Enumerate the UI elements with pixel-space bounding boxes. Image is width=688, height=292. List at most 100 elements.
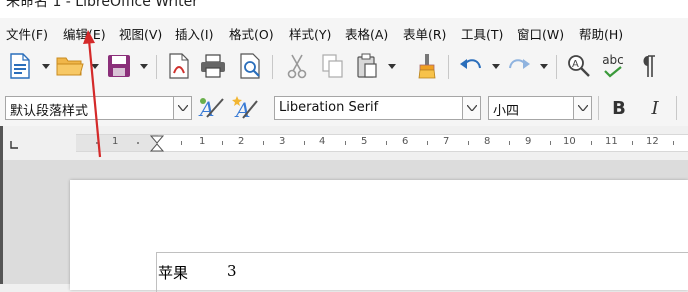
ruler-tick [427, 141, 428, 145]
ruler-number: 8 [484, 136, 491, 147]
cut-button[interactable] [282, 51, 312, 81]
ruler-number: 6 [402, 136, 409, 147]
chevron-down-icon [540, 63, 548, 69]
menu-insert[interactable]: 插入(I) [175, 24, 213, 43]
ruler-number: 1 [112, 136, 119, 147]
ruler-tick [591, 141, 592, 145]
chevron-down-icon [466, 105, 477, 111]
chevron-down-icon [388, 63, 396, 69]
ruler-tick [304, 141, 305, 145]
ruler-number: 1 [199, 136, 206, 147]
paste-button[interactable] [352, 51, 382, 81]
save-dropdown[interactable] [138, 51, 150, 81]
update-style-icon: A [198, 97, 224, 121]
chevron-down-icon [91, 63, 99, 69]
open-dropdown[interactable] [89, 51, 101, 81]
copy-icon [322, 54, 343, 78]
menu-file[interactable]: 文件(F) [6, 24, 48, 43]
ruler-number: 11 [605, 136, 618, 147]
menu-help[interactable]: 帮助(H) [579, 24, 623, 43]
text-boundary [156, 252, 688, 253]
menu-form[interactable]: 表单(R) [403, 24, 446, 43]
paragraph-style-dropdown[interactable] [173, 97, 191, 119]
copy-button[interactable] [318, 51, 348, 81]
toolbar-separator [448, 55, 449, 79]
open-button[interactable] [55, 51, 85, 81]
bold-label: B [612, 97, 626, 119]
print-button[interactable] [198, 51, 228, 81]
formatting-toolbar: 默认段落样式 A A Liberation Serif 小四 B I [0, 90, 688, 126]
print-preview-button[interactable] [236, 51, 266, 81]
ruler-number: 7 [443, 136, 450, 147]
ruler-number: 3 [279, 136, 286, 147]
text-boundary [156, 252, 157, 292]
paste-dropdown[interactable] [386, 51, 398, 81]
ruler-tick [632, 141, 633, 145]
font-name-combo[interactable]: Liberation Serif [274, 96, 481, 120]
menu-table[interactable]: 表格(A) [345, 24, 388, 43]
menu-format[interactable]: 格式(O) [229, 24, 274, 43]
font-size-combo[interactable]: 小四 [488, 96, 592, 120]
chevron-down-icon [42, 63, 50, 69]
formatting-marks-button[interactable] [634, 51, 664, 81]
update-style-button[interactable]: A [196, 93, 226, 123]
toolbar-separator [556, 55, 557, 79]
ruler-number: 5 [361, 136, 368, 147]
indent-marker-icon[interactable] [150, 135, 164, 152]
clone-formatting-button[interactable] [412, 51, 442, 81]
find-replace-button[interactable]: A [564, 51, 594, 81]
undo-icon [460, 59, 481, 69]
document-text-value[interactable]: 3 [227, 262, 237, 280]
horizontal-ruler[interactable]: 1 1 2 3 4 5 6 7 8 9 10 11 12 [76, 134, 688, 152]
redo-button[interactable] [504, 51, 534, 81]
toolbar-separator [272, 55, 273, 79]
new-document-button[interactable] [5, 51, 35, 81]
ruler-area: 1 1 2 3 4 5 6 7 8 9 10 11 12 [0, 126, 688, 160]
chevron-down-icon [577, 105, 588, 111]
ruler-tick [509, 141, 510, 145]
clone-formatting-icon [418, 54, 436, 79]
save-icon [108, 55, 130, 77]
new-style-icon: A [232, 96, 258, 121]
bold-button[interactable]: B [604, 93, 634, 123]
spelling-button[interactable]: abc [598, 51, 628, 81]
chevron-down-icon [492, 63, 500, 69]
document-text-label[interactable]: 苹果 [158, 262, 188, 283]
menu-edit[interactable]: 编辑(E) [63, 24, 106, 43]
svg-text:A: A [572, 59, 579, 70]
menu-styles[interactable]: 样式(Y) [289, 24, 331, 43]
document-area: 苹果 3 [0, 160, 688, 292]
menu-window[interactable]: 窗口(W) [517, 24, 564, 43]
paste-icon [357, 53, 377, 78]
paragraph-style-value: 默认段落样式 [10, 104, 89, 119]
spelling-check-icon [604, 66, 622, 78]
paragraph-style-combo[interactable]: 默认段落样式 [5, 96, 192, 120]
ruler-number: 9 [525, 136, 532, 147]
ruler-tick [222, 141, 223, 145]
font-size-dropdown[interactable] [573, 97, 591, 119]
italic-button[interactable]: I [640, 93, 670, 123]
new-dropdown[interactable] [40, 51, 52, 81]
menu-tools[interactable]: 工具(T) [461, 24, 503, 43]
ruler-tick [386, 141, 387, 145]
standard-toolbar: A abc [0, 46, 688, 90]
document-page[interactable]: 苹果 3 [70, 180, 688, 292]
new-document-icon [10, 53, 30, 79]
find-replace-icon: A [568, 55, 590, 77]
redo-dropdown[interactable] [538, 51, 550, 81]
undo-dropdown[interactable] [490, 51, 502, 81]
save-button[interactable] [104, 51, 134, 81]
ruler-tick [263, 141, 264, 145]
title-bar: 未命名 1 - LibreOffice Writer [0, 0, 688, 18]
ruler-tick [550, 141, 551, 145]
tab-stop-type-icon[interactable] [9, 140, 19, 150]
ruler-tick [468, 141, 469, 145]
new-style-button[interactable]: A [230, 93, 260, 123]
ruler-tick [96, 142, 98, 144]
undo-button[interactable] [456, 51, 486, 81]
font-name-dropdown[interactable] [462, 97, 480, 119]
menu-view[interactable]: 视图(V) [119, 24, 162, 43]
export-pdf-button[interactable] [164, 51, 194, 81]
formatting-marks-icon [643, 55, 655, 77]
ruler-number: 12 [646, 136, 659, 147]
